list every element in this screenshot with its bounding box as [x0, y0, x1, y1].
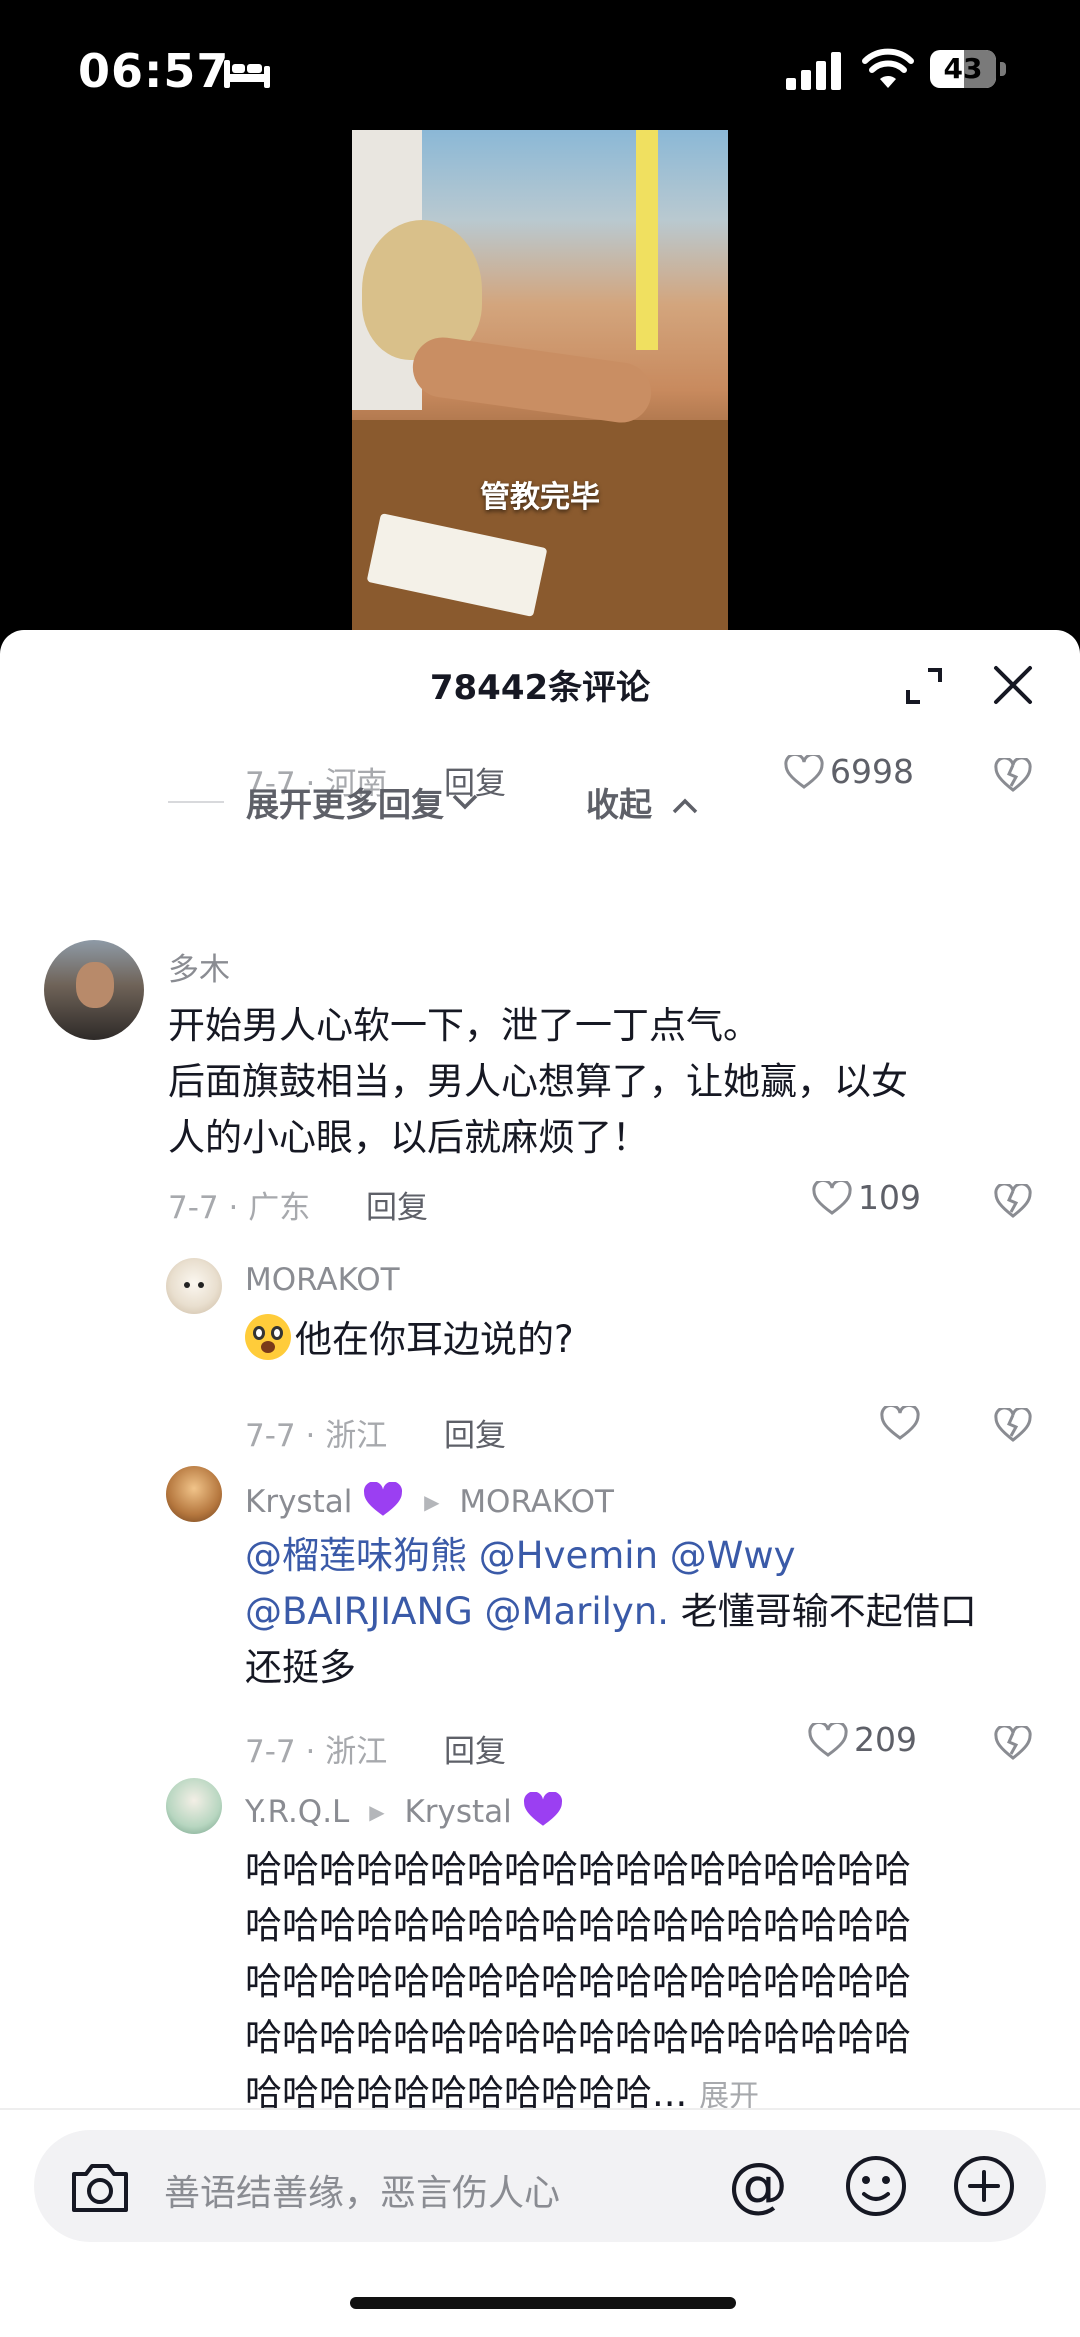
comment-input-bar[interactable]: 善语结善缘，恶言伤人心 @	[34, 2130, 1046, 2242]
plus-icon[interactable]	[952, 2154, 1016, 2218]
comment-sheet: 78442条评论 7-7 · 河南 回复 6998 展开更多回复 收起 多木 开…	[0, 630, 1080, 2337]
reply-meta: 7-7 · 浙江	[245, 1734, 388, 1770]
reply-text-content: 老懂哥输不起借口	[669, 1590, 977, 1633]
avatar[interactable]	[166, 1258, 222, 1314]
reply-text-content: 他在你耳边说的?	[295, 1318, 574, 1361]
comment-text-line: 后面旗鼓相当，男人心想算了，让她赢，以女	[168, 1060, 908, 1103]
smile-icon[interactable]	[844, 2154, 908, 2218]
comment-meta: 7-7 · 广东	[168, 1190, 311, 1226]
reply-username-text[interactable]: Krystal	[245, 1484, 352, 1520]
like-button[interactable]: 109	[812, 1178, 921, 1217]
avatar[interactable]	[166, 1778, 222, 1834]
comment-text: 开始男人心软一下，泄了一丁点气。 后面旗鼓相当，男人心想算了，让她赢，以女 人的…	[168, 998, 908, 1166]
comment-text-line: 开始男人心软一下，泄了一丁点气。	[168, 1004, 760, 1047]
like-count: 209	[854, 1720, 917, 1759]
reply-text: 哈哈哈哈哈哈哈哈哈哈哈哈哈哈哈哈哈哈 哈哈哈哈哈哈哈哈哈哈哈哈哈哈哈哈哈哈 哈哈…	[245, 1842, 911, 2125]
reply-username: Y.R.Q.L ▶ Krystal	[245, 1791, 564, 1830]
reply-button[interactable]: 回复	[444, 1726, 506, 1771]
reply-username-text[interactable]: Y.R.Q.L	[245, 1794, 349, 1830]
reply-text: @榴莲味狗熊 @Hvemin @Wwy @BAIRJIANG @Marilyn.…	[245, 1528, 977, 1696]
reply-username[interactable]: MORAKOT	[245, 1262, 400, 1298]
chevron-up-icon	[672, 798, 697, 814]
like-count: 6998	[830, 752, 914, 791]
expand-more-replies-label: 展开更多回复	[246, 785, 444, 824]
status-time: 06:57	[78, 44, 230, 98]
purple-heart-icon	[364, 1481, 403, 1516]
camera-icon[interactable]	[68, 2160, 132, 2214]
collapse-label: 收起	[586, 785, 652, 824]
comment-text-line: 人的小心眼，以后就麻烦了！	[168, 1116, 649, 1159]
wifi-icon	[862, 48, 914, 88]
mention-links[interactable]: @BAIRJIANG @Marilyn.	[245, 1590, 669, 1633]
like-button[interactable]: 209	[808, 1720, 917, 1759]
video-preview[interactable]: 管教完毕	[352, 130, 728, 630]
battery-level: 43	[943, 52, 983, 85]
chevron-down-icon	[452, 794, 478, 810]
at-icon[interactable]: @	[728, 2152, 788, 2218]
reply-meta: 7-7 · 浙江	[245, 1418, 388, 1454]
reply-button[interactable]: 回复	[444, 1410, 506, 1455]
like-count: 109	[858, 1178, 921, 1217]
reply-to-username[interactable]: MORAKOT	[459, 1484, 614, 1520]
avatar[interactable]	[44, 940, 144, 1040]
comment-input-placeholder[interactable]: 善语结善缘，恶言伤人心	[164, 2164, 560, 2216]
dislike-icon[interactable]	[994, 758, 1032, 792]
reply-username: Krystal ▶ MORAKOT	[245, 1481, 614, 1520]
heart-icon	[812, 1180, 852, 1215]
reply-text-line: 哈哈哈哈哈哈哈哈哈哈哈哈哈哈哈哈哈哈	[245, 1904, 911, 1947]
home-indicator[interactable]	[350, 2297, 736, 2309]
dislike-icon[interactable]	[994, 1184, 1032, 1218]
reply-to-arrow-icon: ▶	[424, 1490, 440, 1514]
heart-icon[interactable]	[880, 1406, 920, 1440]
reply-to-username[interactable]: Krystal	[404, 1794, 511, 1830]
expand-more-replies-button[interactable]: 展开更多回复	[168, 778, 480, 826]
purple-heart-icon	[523, 1791, 562, 1826]
dislike-icon[interactable]	[994, 1726, 1032, 1760]
dislike-icon[interactable]	[994, 1408, 1032, 1442]
heart-icon	[784, 754, 824, 789]
bed-icon	[224, 60, 270, 88]
reply-text-line: 哈哈哈哈哈哈哈哈哈哈哈哈哈哈哈哈哈哈	[245, 2016, 911, 2059]
reply-to-arrow-icon: ▶	[369, 1800, 385, 1824]
heart-icon	[808, 1722, 848, 1757]
status-bar: 06:57 43	[0, 0, 1080, 140]
signal-icon	[786, 52, 841, 90]
like-button[interactable]: 6998	[784, 752, 914, 791]
mention-links[interactable]: @榴莲味狗熊 @Hvemin @Wwy	[245, 1528, 977, 1584]
expand-icon[interactable]	[904, 666, 944, 706]
comment-username[interactable]: 多木	[168, 944, 230, 989]
scared-emoji-icon	[245, 1314, 291, 1360]
reply-text-line: 哈哈哈哈哈哈哈哈哈哈哈哈哈哈哈哈哈哈	[245, 1960, 911, 2003]
reply-text: 他在你耳边说的?	[245, 1312, 574, 1368]
video-caption: 管教完毕	[480, 480, 600, 515]
collapse-button[interactable]: 收起	[586, 778, 700, 826]
reply-button[interactable]: 回复	[366, 1182, 428, 1227]
avatar[interactable]	[166, 1466, 222, 1522]
reply-text-line: 哈哈哈哈哈哈哈哈哈哈哈哈哈哈哈哈哈哈	[245, 1848, 911, 1891]
close-icon[interactable]	[992, 664, 1034, 706]
battery-icon: 43	[930, 50, 1006, 90]
divider	[0, 2108, 1080, 2110]
reply-text-content: 还挺多	[245, 1646, 356, 1689]
